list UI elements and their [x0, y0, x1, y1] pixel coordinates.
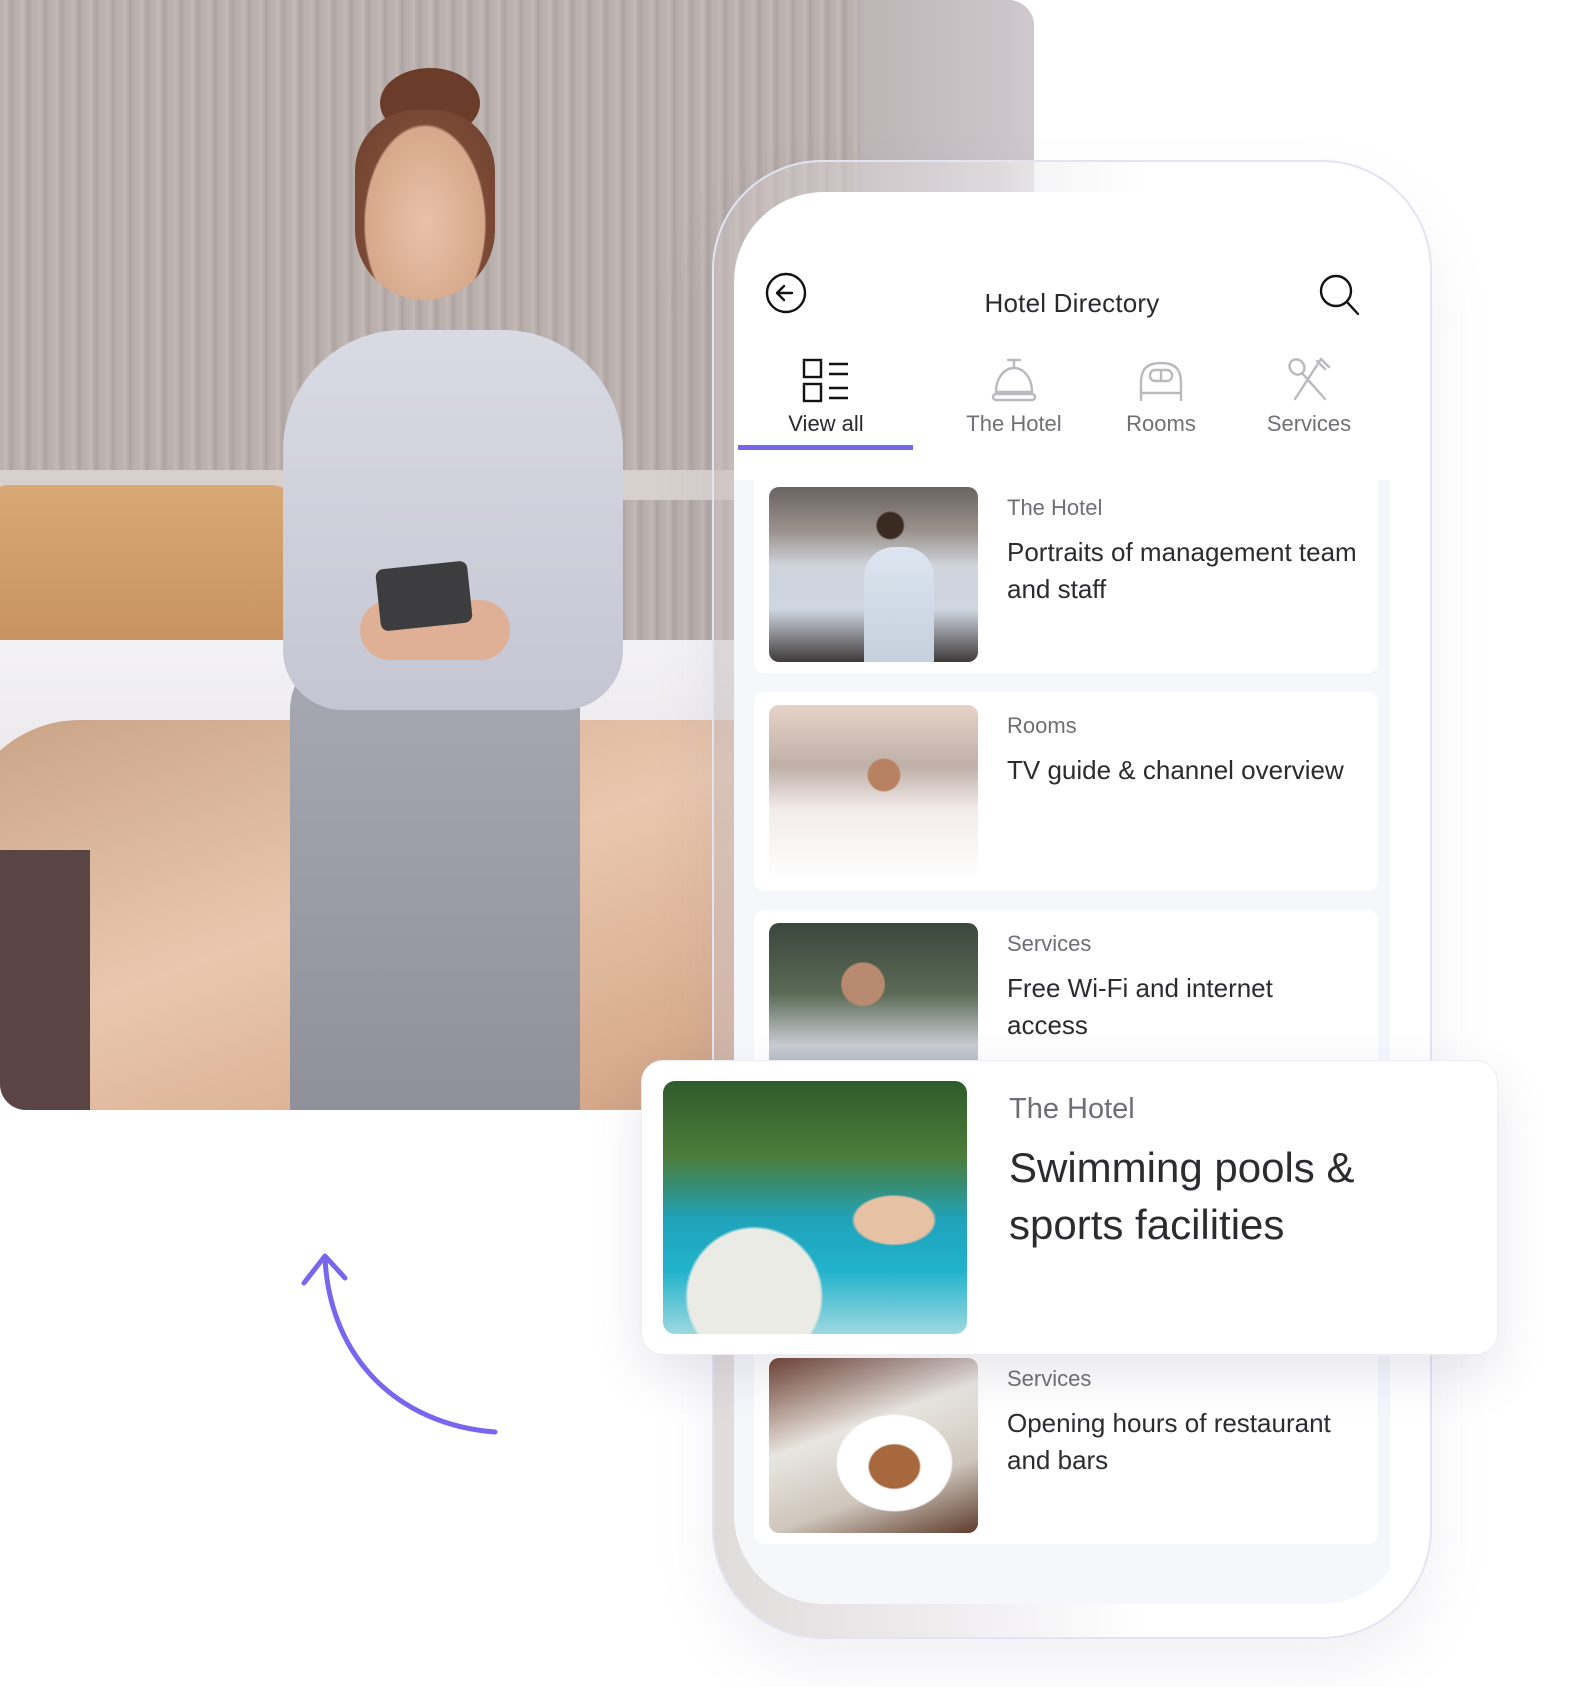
photo-person-legs [290, 650, 580, 1110]
tab-label: Rooms [1126, 411, 1196, 436]
card-category: Rooms [1007, 713, 1077, 738]
service-bell-icon [991, 358, 1037, 402]
photo-smartphone [375, 560, 473, 632]
category-tabs: View all The Hotel Rooms Services [734, 357, 1390, 452]
grid-list-icon [802, 358, 848, 403]
card-title: TV guide & channel overview [1007, 755, 1344, 785]
list-item[interactable]: Services Opening hours of restaurant and… [754, 1345, 1378, 1544]
staff-photo [769, 487, 978, 662]
tab-the-hotel[interactable]: The Hotel [934, 357, 1094, 452]
phone-mockup: Hotel Directory View all The Hotel Rooms… [712, 160, 1432, 1639]
app-screen: Hotel Directory View all The Hotel Rooms… [734, 192, 1410, 1604]
couple-tv-photo [769, 705, 978, 880]
card-title: Opening hours of restaurant and bars [1007, 1408, 1331, 1475]
card-title: Swimming pools & sports facilities [1009, 1144, 1355, 1248]
highlighted-card[interactable]: The Hotel Swimming pools & sports facili… [641, 1060, 1498, 1355]
tab-services[interactable]: Services [1229, 357, 1389, 452]
pool-photo [663, 1081, 967, 1334]
bed-icon [1139, 361, 1183, 401]
tab-rooms[interactable]: Rooms [1081, 357, 1241, 452]
restaurant-dish-photo [769, 1358, 978, 1533]
card-title: Free Wi-Fi and internet access [1007, 973, 1273, 1040]
page-title: Hotel Directory [984, 288, 1160, 318]
card-category: Services [1007, 1366, 1092, 1391]
card-category: Services [1007, 931, 1092, 956]
card-category: The Hotel [1007, 495, 1103, 520]
tab-label: Services [1266, 411, 1352, 436]
tab-view-all[interactable]: View all [746, 357, 906, 452]
utensils-icon [1288, 357, 1331, 401]
curved-arrow-icon [301, 1253, 498, 1435]
tab-label: View all [788, 411, 864, 436]
card-category: The Hotel [1009, 1093, 1135, 1125]
photo-bed-base [0, 850, 90, 1110]
search-button[interactable] [1316, 272, 1364, 320]
list-item[interactable]: Rooms TV guide & channel overview [754, 692, 1378, 891]
tab-label: The Hotel [966, 411, 1062, 436]
arrow-shaft [322, 1255, 498, 1435]
card-title: Portraits of management team and staff [1007, 537, 1357, 604]
active-tab-indicator [738, 445, 913, 450]
search-icon [1319, 274, 1360, 316]
list-item[interactable]: The Hotel Portraits of management team a… [754, 474, 1378, 673]
photo-person-head [355, 110, 495, 300]
